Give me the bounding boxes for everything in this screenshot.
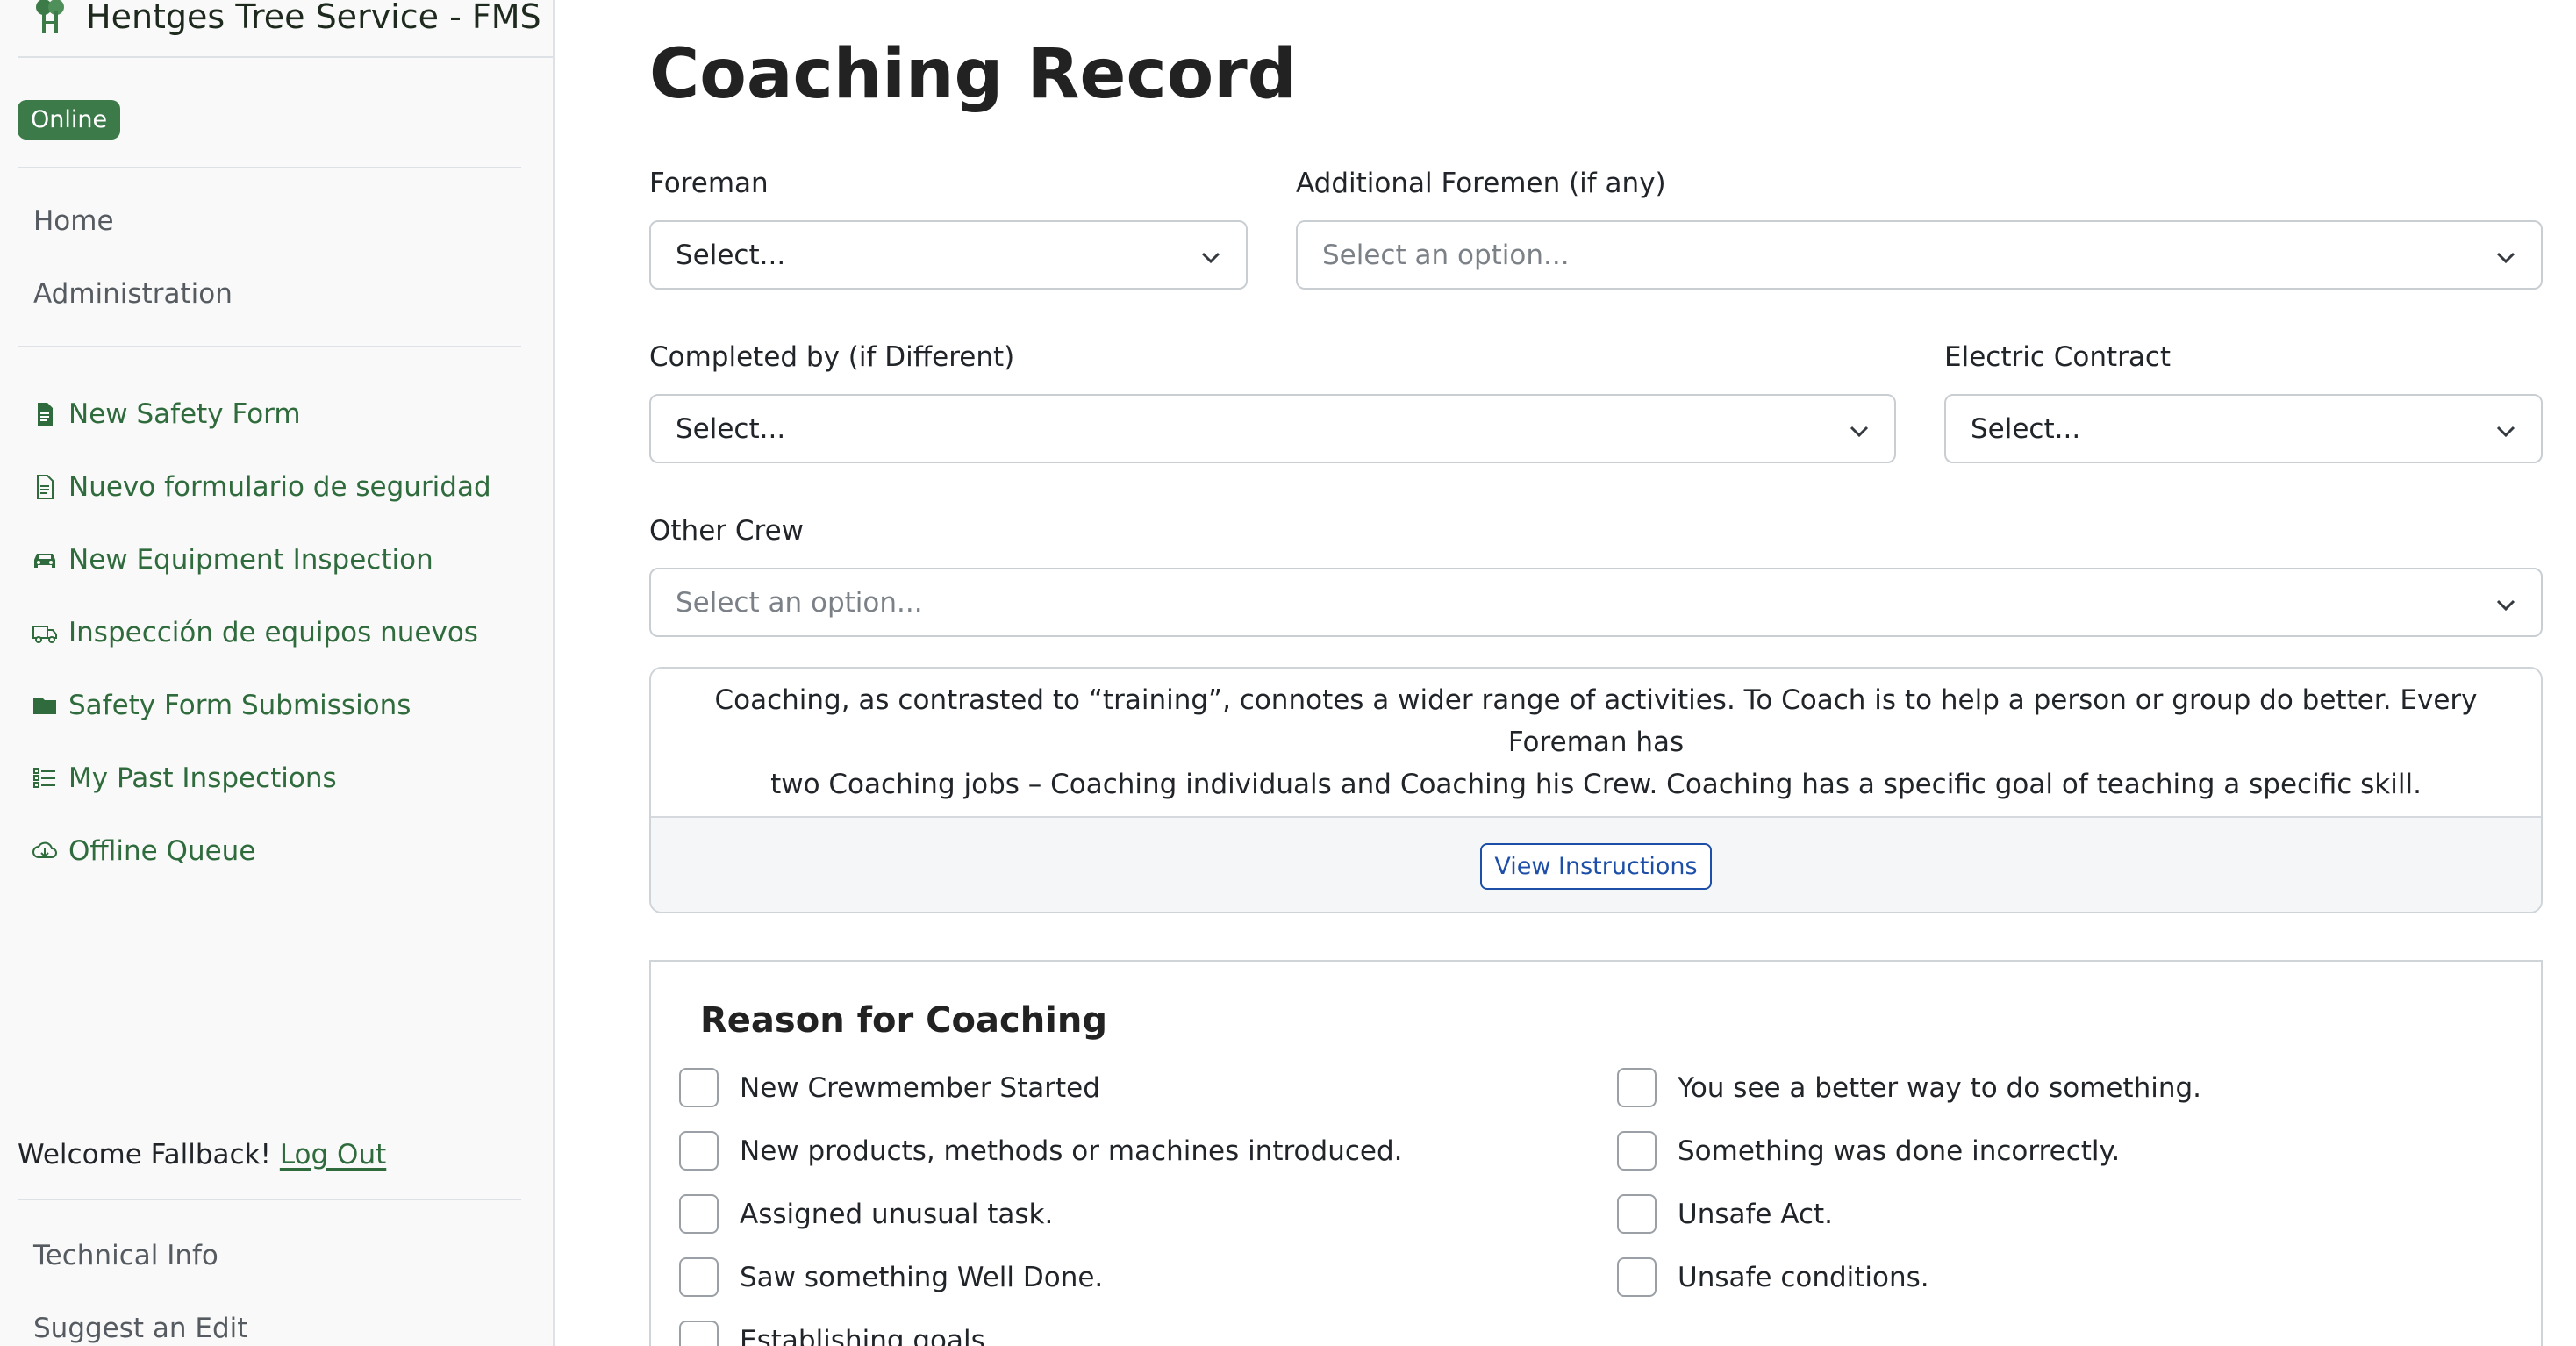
sidebar-item-label: New Safety Form — [68, 398, 301, 430]
folder-icon — [33, 698, 56, 714]
reason-establishing-goals[interactable]: Establishing goals — [679, 1321, 985, 1346]
sidebar-item-label: Inspección de equipos nuevos — [68, 617, 478, 648]
chevron-down-icon — [2496, 426, 2515, 438]
checkbox[interactable] — [1617, 1131, 1657, 1171]
sidebar-item-home[interactable]: Home — [33, 205, 114, 237]
coaching-info-footer: View Instructions — [651, 816, 2541, 912]
sidebar-item-nuevo-formulario[interactable]: Nuevo formulario de seguridad — [32, 471, 491, 503]
reason-new-crewmember[interactable]: New Crewmember Started — [679, 1068, 1100, 1107]
app-title: Hentges Tree Service - FMS — [86, 0, 541, 36]
chevron-down-icon — [2496, 252, 2515, 264]
reason-unusual-task[interactable]: Assigned unusual task. — [679, 1194, 1053, 1234]
chevron-down-icon — [1850, 426, 1869, 438]
sidebar-item-new-safety-form[interactable]: New Safety Form — [32, 398, 301, 430]
chevron-down-icon — [1201, 252, 1220, 264]
description-line-2: two Coaching jobs – Coaching individuals… — [770, 769, 2422, 800]
sidebar-item-technical-info[interactable]: Technical Info — [33, 1240, 218, 1271]
reason-new-products[interactable]: New products, methods or machines introd… — [679, 1131, 1403, 1171]
foreman-label: Foreman — [649, 168, 769, 199]
checkbox[interactable] — [679, 1131, 719, 1171]
additional-foremen-select[interactable]: Select an option... — [1296, 220, 2543, 290]
page-title: Coaching Record — [649, 35, 1297, 114]
sidebar-item-label: My Past Inspections — [68, 762, 337, 794]
sidebar-item-my-past-inspections[interactable]: My Past Inspections — [32, 762, 337, 794]
checkbox[interactable] — [679, 1257, 719, 1297]
sidebar-item-label: Nuevo formulario de seguridad — [68, 471, 491, 503]
welcome-message: Welcome Fallback! Log Out — [18, 1139, 386, 1171]
checkbox-label: Unsafe Act. — [1678, 1198, 1834, 1230]
sidebar-item-label: New Equipment Inspection — [68, 544, 433, 576]
coaching-description: Coaching, as contrasted to “training”, c… — [651, 669, 2541, 816]
file-outline-icon — [37, 475, 54, 499]
checkbox-label: Assigned unusual task. — [740, 1198, 1054, 1230]
sidebar-item-administration[interactable]: Administration — [33, 278, 233, 310]
checkbox-label: Saw something Well Done. — [740, 1261, 1104, 1293]
checkbox-label: Unsafe conditions. — [1678, 1261, 1929, 1293]
checkbox-label: Something was done incorrectly. — [1678, 1135, 2121, 1167]
cloud-download-icon — [32, 841, 57, 858]
sidebar-item-inspeccion-equipos[interactable]: Inspección de equipos nuevos — [32, 617, 478, 648]
welcome-text: Welcome Fallback! — [18, 1139, 271, 1171]
checkbox[interactable] — [1617, 1257, 1657, 1297]
sidebar: Hentges Tree Service - FMS Online Home A… — [0, 0, 555, 1346]
sidebar-item-label: Safety Form Submissions — [68, 690, 411, 721]
completed-by-select[interactable]: Select... — [649, 394, 1896, 463]
foreman-value: Select... — [676, 239, 786, 271]
additional-foremen-label: Additional Foremen (if any) — [1296, 168, 1666, 199]
view-instructions-button[interactable]: View Instructions — [1480, 843, 1712, 890]
checkbox-label: Establishing goals — [740, 1324, 985, 1346]
checkbox-label: New Crewmember Started — [740, 1071, 1100, 1104]
brand-header[interactable]: Hentges Tree Service - FMS — [18, 0, 555, 58]
reason-unsafe-conditions[interactable]: Unsafe conditions. — [1617, 1257, 1929, 1297]
checkbox-label: You see a better way to do something. — [1678, 1071, 2202, 1104]
reason-well-done[interactable]: Saw something Well Done. — [679, 1257, 1103, 1297]
reason-done-incorrectly[interactable]: Something was done incorrectly. — [1617, 1131, 2120, 1171]
description-line-1: Coaching, as contrasted to “training”, c… — [714, 684, 2478, 758]
checkbox[interactable] — [679, 1321, 719, 1346]
sidebar-item-new-equipment-inspection[interactable]: New Equipment Inspection — [32, 544, 433, 576]
file-filled-icon — [38, 403, 53, 426]
other-crew-placeholder: Select an option... — [676, 586, 923, 619]
additional-foremen-placeholder: Select an option... — [1322, 239, 1570, 271]
car-icon — [34, 554, 55, 568]
electric-contract-select[interactable]: Select... — [1944, 394, 2543, 463]
sidebar-item-safety-form-submissions[interactable]: Safety Form Submissions — [32, 690, 411, 721]
checkbox[interactable] — [679, 1194, 719, 1234]
tree-logo-icon — [36, 0, 64, 33]
truck-icon — [32, 626, 57, 643]
reason-unsafe-act[interactable]: Unsafe Act. — [1617, 1194, 1833, 1234]
sidebar-item-suggest-edit[interactable]: Suggest an Edit — [33, 1313, 247, 1344]
sidebar-item-label: Offline Queue — [68, 835, 256, 867]
coaching-info-card: Coaching, as contrasted to “training”, c… — [649, 667, 2543, 913]
completed-by-value: Select... — [676, 412, 786, 445]
sidebar-item-offline-queue[interactable]: Offline Queue — [32, 835, 255, 867]
divider — [18, 167, 521, 168]
reason-for-coaching-card: Reason for Coaching New Crewmember Start… — [649, 960, 2543, 1346]
divider — [18, 346, 521, 347]
checkbox[interactable] — [679, 1068, 719, 1107]
reason-title: Reason for Coaching — [700, 1000, 1107, 1041]
foreman-select[interactable]: Select... — [649, 220, 1248, 290]
other-crew-label: Other Crew — [649, 515, 805, 547]
checkbox[interactable] — [1617, 1068, 1657, 1107]
other-crew-select[interactable]: Select an option... — [649, 568, 2543, 637]
electric-contract-value: Select... — [1971, 412, 2081, 445]
checkbox[interactable] — [1617, 1194, 1657, 1234]
electric-contract-label: Electric Contract — [1944, 341, 2172, 373]
reason-better-way[interactable]: You see a better way to do something. — [1617, 1068, 2201, 1107]
list-check-icon — [33, 768, 55, 788]
status-badge: Online — [18, 100, 121, 140]
divider — [18, 1199, 521, 1200]
checkbox-label: New products, methods or machines introd… — [740, 1135, 1403, 1167]
chevron-down-icon — [2496, 599, 2515, 612]
completed-by-label: Completed by (if Different) — [649, 341, 1015, 373]
logout-link[interactable]: Log Out — [280, 1139, 386, 1171]
